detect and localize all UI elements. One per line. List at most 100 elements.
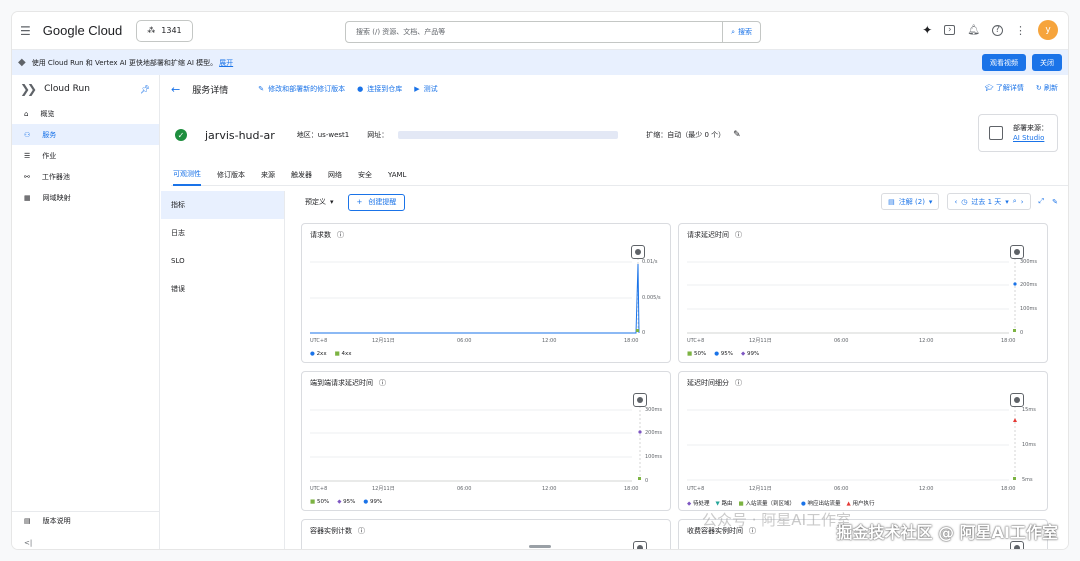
annotation-marker-icon[interactable] <box>633 541 647 549</box>
school-icon: 🎓︎ <box>984 84 994 92</box>
nav-logs[interactable]: 日志 <box>161 219 284 247</box>
edit-dashboard-icon[interactable]: ✎ <box>1052 198 1058 206</box>
sidebar-item-overview[interactable]: ⌂ 概览 <box>12 103 159 124</box>
edit-scaling-icon[interactable]: ✎ <box>733 130 741 140</box>
zoom-icon[interactable]: ⌕ <box>1013 197 1017 206</box>
sidebar-item-label: 作业 <box>42 151 57 160</box>
chart-plot[interactable]: 0.01/s 0.005/s 0 UTC+8 12月11日 06:00 12:0… <box>302 224 672 364</box>
help-icon[interactable]: ? <box>992 24 1003 36</box>
y-tick-label: 100ms <box>1020 306 1037 312</box>
sidebar-item-domain-mappings[interactable]: ▦ 网域映射 <box>12 187 159 208</box>
tab-source[interactable]: 来源 <box>261 164 275 186</box>
predefined-dropdown[interactable]: 预定义 ▾ <box>305 197 334 207</box>
watermark-logo: 公众号 · 阿星AI工作室 <box>702 511 851 529</box>
search-icon: ⌕ <box>731 27 735 36</box>
y-tick-label: 200ms <box>1020 282 1037 288</box>
nav-metrics[interactable]: 指标 <box>161 191 284 219</box>
back-arrow-icon[interactable]: ← <box>171 83 180 96</box>
legend-item[interactable]: ■ 4xx <box>335 351 352 357</box>
service-name: jarvis-hud-ar <box>205 128 275 142</box>
annotation-marker-icon[interactable] <box>1010 393 1024 407</box>
prev-icon[interactable]: ‹ <box>954 198 957 206</box>
legend-item[interactable]: ◆ 99% <box>741 351 759 357</box>
chart-plot[interactable]: 300ms 200ms 100ms 0 UTC+8 12月11日 06:00 1… <box>679 224 1049 364</box>
legend-item[interactable]: ● 99% <box>363 499 382 505</box>
nav-slo[interactable]: SLO <box>161 247 284 275</box>
search-button[interactable]: ⌕ 搜索 <box>722 22 760 42</box>
next-icon[interactable]: › <box>1021 198 1024 206</box>
sidebar-item-worker-pools[interactable]: ⚯ 工作器池 <box>12 166 159 187</box>
url-label: 网址： <box>367 131 389 139</box>
time-range-selector[interactable]: ‹ ◷ 过去 1 天 ▾ ⌕ › <box>947 193 1031 210</box>
search-bar[interactable]: 搜索 (/) 资源、文档、产品等 ⌕ 搜索 <box>345 21 761 43</box>
test-button[interactable]: ▶ 测试 <box>414 84 437 94</box>
project-selector[interactable]: ⁂ 1341 <box>136 19 193 42</box>
nav-errors[interactable]: 错误 <box>161 275 284 303</box>
chart-plot[interactable]: 300ms 200ms 100ms 0 UTC+8 12月11日 06:00 1… <box>302 372 672 512</box>
tab-observability[interactable]: 可观测性 <box>173 164 201 186</box>
legend-label: 99% <box>746 351 760 357</box>
help-icon[interactable]: ⓘ <box>358 526 365 536</box>
reset-zoom-icon[interactable]: ⤢ <box>1039 197 1045 206</box>
create-alert-button[interactable]: + 创建提醒 <box>347 193 406 211</box>
scroll-handle[interactable] <box>529 545 551 548</box>
refresh-button[interactable]: ↻ 刷新 <box>1036 83 1058 93</box>
refresh-icon: ↻ <box>1035 84 1042 92</box>
chart-card-latency-breakdown: 延迟时间细分 ⓘ 15ms 10ms 5ms UTC+8 12月11日 06:00… <box>678 371 1048 511</box>
legend-item[interactable]: ■ 50% <box>687 351 706 357</box>
google-cloud-logo[interactable]: Google Cloud <box>43 23 123 38</box>
tab-triggers[interactable]: 触发器 <box>291 164 312 186</box>
region-label: 地区： <box>296 131 318 139</box>
learn-more-button[interactable]: 🎓︎ 了解详情 <box>985 83 1024 93</box>
avatar[interactable]: y <box>1038 20 1058 40</box>
search-input[interactable]: 搜索 (/) 资源、文档、产品等 <box>346 27 722 37</box>
annotation-marker-icon[interactable] <box>631 245 645 259</box>
chart-plot[interactable]: 15ms 10ms 5ms UTC+8 12月11日 06:00 12:00 1… <box>679 372 1049 512</box>
page-title: 服务详情 <box>192 85 229 96</box>
tab-yaml[interactable]: YAML <box>388 164 406 186</box>
refresh-label: 刷新 <box>1044 84 1058 92</box>
legend-item[interactable]: ▲ 用户执行 <box>847 499 875 507</box>
more-vert-icon[interactable]: ⋮ <box>1015 24 1026 37</box>
legend-item[interactable]: ▼ 路由 <box>716 499 733 507</box>
sidebar-item-jobs[interactable]: ☰ 作业 <box>12 145 159 166</box>
cloud-shell-icon[interactable]: › <box>944 25 956 35</box>
chart-legend: ■ 50% ● 95% ◆ 99% <box>687 351 759 357</box>
legend-item[interactable]: ◆ 待处理 <box>687 499 710 507</box>
legend-item[interactable]: ● 响应出站流量 <box>801 499 841 507</box>
tab-revisions[interactable]: 修订版本 <box>217 164 245 186</box>
annotations-dropdown[interactable]: ▤ 注解 (2) ▾ <box>881 193 940 210</box>
legend-item[interactable]: ■ 50% <box>310 499 329 505</box>
legend-item[interactable]: ■ 入站流量（到区域） <box>739 499 795 507</box>
y-tick-label: 100ms <box>645 454 662 460</box>
url-value-redacted[interactable] <box>398 131 619 139</box>
menu-icon[interactable]: ☰ <box>20 24 31 38</box>
annotation-marker-icon[interactable] <box>633 393 647 407</box>
close-banner-button[interactable]: 关闭 <box>1032 54 1062 71</box>
notifications-icon[interactable]: 🔔︎ <box>967 25 980 36</box>
x-tick-label: 06:00 <box>457 338 471 344</box>
legend-item[interactable]: ◆ 95% <box>337 499 355 505</box>
banner-expand-link[interactable]: 展开 <box>219 58 233 68</box>
collapse-sidebar-icon[interactable]: <| <box>24 539 32 547</box>
annotation-marker-icon[interactable] <box>1010 245 1024 259</box>
edit-deploy-button[interactable]: ✎ 修改和部署新的修订版本 <box>258 84 345 94</box>
ai-studio-link[interactable]: AI Studio <box>1013 134 1044 142</box>
x-tick-label: 18:00 <box>1001 338 1015 344</box>
x-tick-label: 12:00 <box>542 338 556 344</box>
legend-label: 2xx <box>316 351 327 357</box>
tab-networking[interactable]: 网络 <box>328 164 342 186</box>
legend-item[interactable]: ● 95% <box>714 351 733 357</box>
pin-icon[interactable]: 📌︎ <box>140 85 150 94</box>
legend-item[interactable]: ● 2xx <box>310 351 327 357</box>
service-summary: ✓ jarvis-hud-ar 地区：us-west1 网址： 扩缩：自动（最少… <box>175 114 1058 153</box>
legend-label: 50% <box>316 499 330 505</box>
sidebar-item-services[interactable]: ⚇ 服务 <box>12 124 159 145</box>
connect-repo-button[interactable]: ● 连接到仓库 <box>357 84 402 94</box>
promo-banner: ◆ 使用 Cloud Run 和 Vertex AI 更快地部署和扩缩 AI 模… <box>12 50 1068 75</box>
release-notes-link[interactable]: ▤ 版本说明 <box>12 511 159 529</box>
tab-security[interactable]: 安全 <box>358 164 372 186</box>
gemini-icon[interactable]: ✦ <box>922 23 932 37</box>
watch-video-button[interactable]: 观看视频 <box>982 54 1026 71</box>
home-icon: ⌂ <box>24 109 29 118</box>
